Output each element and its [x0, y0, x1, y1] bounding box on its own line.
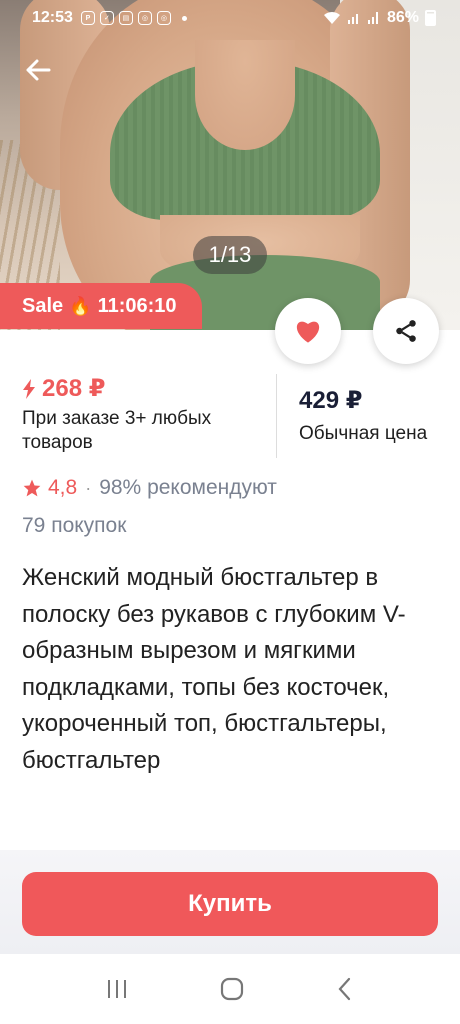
- heart-icon: [296, 321, 320, 343]
- product-image[interactable]: [0, 0, 460, 330]
- instagram-icon: ◎: [156, 11, 171, 25]
- product-details: 268 ₽ При заказе 3+ любых товаров 429 ₽ …: [0, 330, 460, 850]
- star-icon: [23, 479, 41, 497]
- back-button[interactable]: [18, 50, 58, 90]
- notification-icons: P ✓ ▤ ◎ ◎: [80, 11, 187, 25]
- signal-icon: [347, 14, 358, 24]
- recommend-rate: 98% рекомендуют: [99, 476, 277, 499]
- deal-price-value: 268 ₽: [42, 375, 106, 402]
- check-icon: ✓: [99, 11, 114, 25]
- arrow-left-icon: [26, 59, 51, 81]
- product-title: Женский модный бюстгальтер в полоску без…: [22, 564, 406, 774]
- system-nav-bar: [0, 954, 460, 1024]
- fire-icon: 🔥: [69, 295, 92, 316]
- lightning-icon: [23, 378, 35, 399]
- pay-icon: P: [80, 11, 95, 25]
- buy-button[interactable]: Купить: [22, 872, 438, 936]
- favorite-button[interactable]: [275, 298, 341, 364]
- battery-percent: 86%: [386, 9, 419, 26]
- recent-apps-icon[interactable]: [105, 978, 129, 1000]
- rating-separator: ·: [85, 477, 92, 498]
- regular-price-block: 429 ₽ Обычная цена: [277, 374, 427, 464]
- status-bar: 12:53 P ✓ ▤ ◎ ◎ 86%: [0, 0, 460, 36]
- sale-banner: Sale 🔥 11:06:10: [0, 283, 202, 329]
- status-time: 12:53: [32, 9, 73, 26]
- share-icon: [396, 320, 416, 342]
- gallery-counter: 1/13: [193, 236, 267, 274]
- share-button[interactable]: [373, 298, 439, 364]
- buy-bar: Купить: [0, 850, 460, 954]
- regular-price: 429 ₽: [299, 387, 363, 414]
- back-nav-icon[interactable]: [335, 976, 355, 1002]
- news-icon: ▤: [118, 11, 133, 25]
- rating-row[interactable]: 4,8 · 98% рекомендуют: [22, 476, 277, 500]
- regular-price-note: Обычная цена: [299, 423, 428, 444]
- instagram-icon: ◎: [137, 11, 152, 25]
- purchase-count: 79 покупок: [22, 514, 127, 537]
- deal-price-block: 268 ₽ При заказе 3+ любых товаров: [0, 374, 276, 464]
- more-notifications-icon: [181, 15, 187, 21]
- sale-label: Sale: [22, 294, 64, 317]
- battery-icon: [425, 10, 436, 26]
- status-right: 86%: [323, 9, 436, 27]
- neckline: [195, 40, 295, 150]
- deal-price: 268 ₽: [22, 374, 276, 403]
- price-block: 268 ₽ При заказе 3+ любых товаров 429 ₽ …: [0, 374, 460, 464]
- sale-timer: 11:06:10: [97, 294, 177, 317]
- home-icon[interactable]: [219, 976, 245, 1002]
- rating-value: 4,8: [48, 476, 78, 499]
- signal-icon: [367, 12, 378, 24]
- wifi-icon: [323, 11, 340, 24]
- deal-price-note: При заказе 3+ любых товаров: [22, 408, 212, 453]
